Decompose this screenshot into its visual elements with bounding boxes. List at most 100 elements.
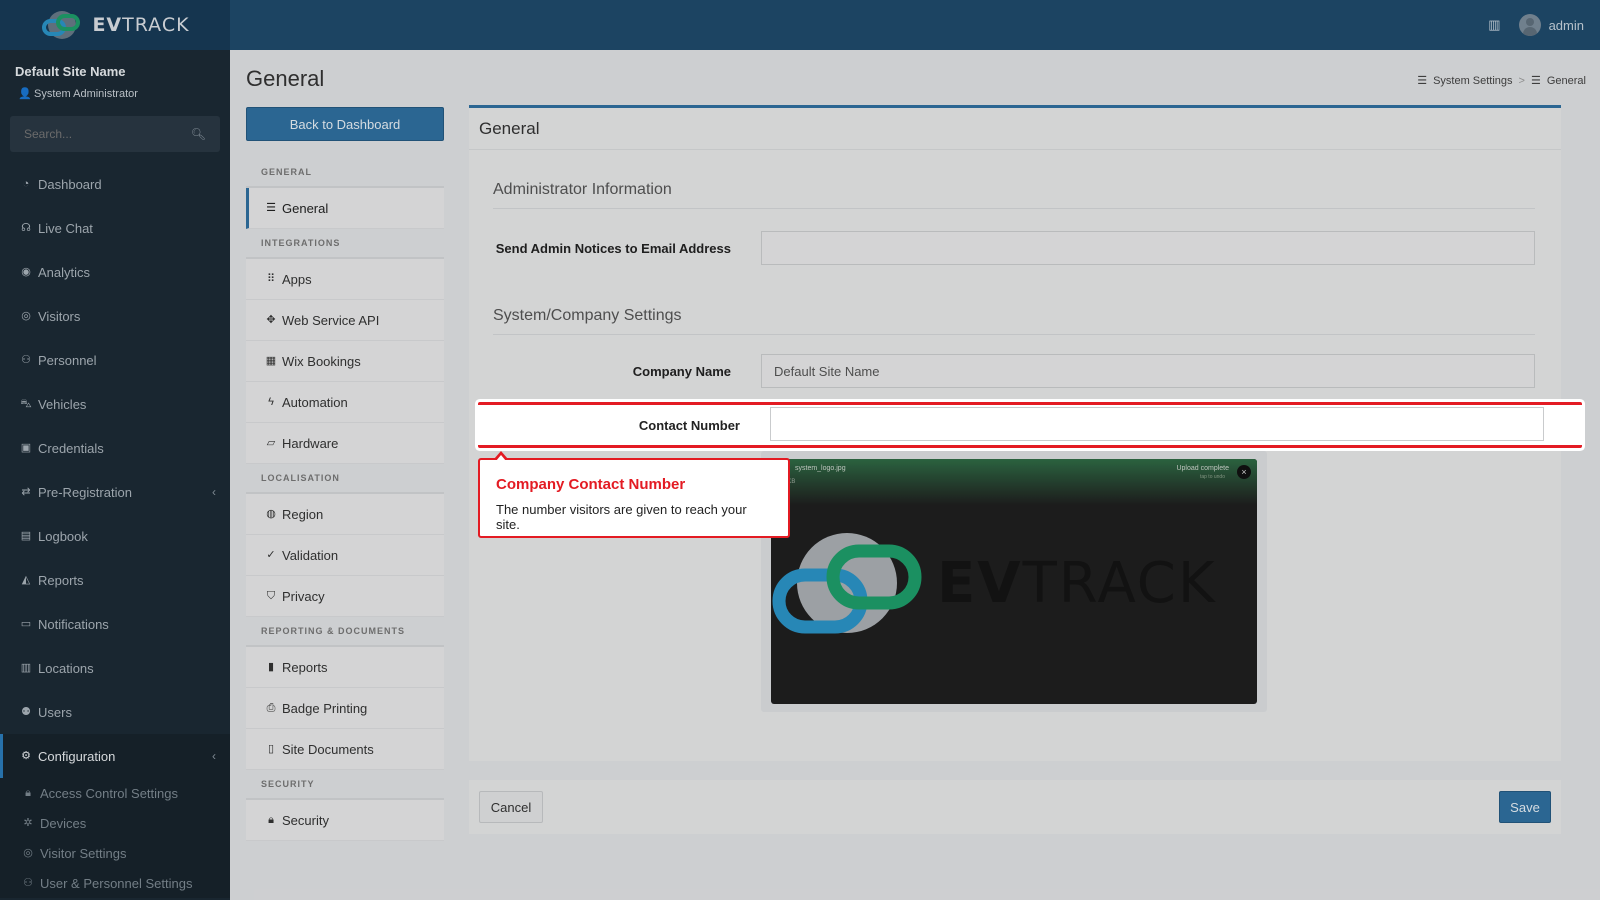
user-menu[interactable]: admin <box>1518 14 1584 36</box>
settings-nav-automation[interactable]: ϟ Automation <box>246 382 444 423</box>
sidebar-item-personnel[interactable]: ⚇ Personnel <box>0 338 230 382</box>
company-name-input[interactable] <box>761 354 1535 388</box>
chat-bubbles-icon: ▭ <box>20 618 32 630</box>
contact-number-label: Contact Number <box>638 418 740 433</box>
sidebar-search-input[interactable] <box>24 127 174 141</box>
cog-icon: ✲ <box>23 817 33 829</box>
configuration-submenu: 🔒︎ Access Control Settings ✲ Devices ◎ Visi… <box>0 778 230 898</box>
settings-nav-wix-bookings[interactable]: ▦ Wix Bookings <box>246 341 444 382</box>
breadcrumb: ☰ System Settings > ☰ General <box>1417 74 1586 88</box>
settings-nav-validation[interactable]: ✓ Validation <box>246 535 444 576</box>
settings-nav-security[interactable]: 🔒︎ Security <box>246 800 444 841</box>
user-role: 👤 System Administrator <box>18 88 138 100</box>
avatar <box>1518 14 1541 36</box>
document-icon: ▯ <box>267 743 275 755</box>
analytics-icon: ◉ <box>21 266 31 278</box>
logo-wordmark: EVTRACK <box>937 551 1217 616</box>
calendar-icon: ▦ <box>265 355 277 367</box>
tooltip-body: The number visitors are given to reach y… <box>496 502 747 532</box>
sidebar-item-logbook[interactable]: ▤ Logbook <box>0 514 230 558</box>
save-button[interactable]: Save <box>1499 791 1551 823</box>
logo-upload-area[interactable]: ⤓ system_logo.jpg 10 KB Upload complete … <box>761 451 1267 712</box>
settings-nav-badge-printing[interactable]: ⎙ Badge Printing <box>246 688 444 729</box>
grid-icon: ⠿ <box>266 273 276 285</box>
eye-icon: ◎ <box>21 310 31 322</box>
back-to-dashboard-button[interactable]: Back to Dashboard <box>246 107 444 141</box>
user-icon: 👤 <box>18 88 32 100</box>
settings-nav-privacy[interactable]: ⛉ Privacy <box>246 576 444 617</box>
building-icon[interactable]: ▥ <box>1488 17 1500 33</box>
settings-nav-general[interactable]: ☰ General <box>246 188 444 229</box>
book-icon: ▤ <box>20 530 32 542</box>
sliders-icon: ☰ <box>1417 75 1428 87</box>
arrows-icon: ⇄ <box>21 486 31 498</box>
brand-name: EVTRACK <box>92 14 190 36</box>
evtrack-logo-icon <box>42 11 81 39</box>
settings-nav-heading: REPORTING & DOCUMENTS <box>246 617 444 647</box>
settings-nav-heading: LOCALISATION <box>246 464 444 494</box>
credentials-icon: ▣ <box>20 442 32 454</box>
settings-nav-region[interactable]: ◍ Region <box>246 494 444 535</box>
sidebar-item-locations[interactable]: ▥ Locations <box>0 646 230 690</box>
sidebar-item-visitors[interactable]: ◎ Visitors <box>0 294 230 338</box>
breadcrumb-parent[interactable]: System Settings <box>1433 75 1512 87</box>
settings-nav-hardware[interactable]: ▱ Hardware <box>246 423 444 464</box>
upload-hint[interactable]: tap to undo <box>1200 474 1225 480</box>
sidebar-item-users[interactable]: ⚉ Users <box>0 690 230 734</box>
search-icon[interactable]: 🔍︎ <box>191 127 206 141</box>
sidebar-item-live-chat[interactable]: ☊ Live Chat <box>0 206 230 250</box>
sidebar: Default Site Name 👤 System Administrator… <box>0 50 230 900</box>
cancel-button[interactable]: Cancel <box>479 791 543 823</box>
shield-icon: ⛉ <box>266 590 276 602</box>
chart-icon: ◭ <box>21 574 31 586</box>
printer-icon: ⎙ <box>266 702 276 714</box>
close-icon[interactable]: × <box>1237 465 1251 479</box>
contact-number-highlight: Contact Number <box>478 402 1582 448</box>
admin-section-title: Administrator Information <box>493 181 1535 209</box>
user-name: admin <box>1548 17 1584 33</box>
sidebar-subitem-devices[interactable]: ✲ Devices <box>0 808 230 838</box>
logo-preview: ⤓ system_logo.jpg 10 KB Upload complete … <box>771 459 1257 704</box>
logo-rings-icon <box>772 533 922 634</box>
sidebar-item-configuration[interactable]: ⚙ Configuration ‹ <box>0 734 230 778</box>
settings-nav-web-service-api[interactable]: ✥ Web Service API <box>246 300 444 341</box>
sidebar-item-reports[interactable]: ◭ Reports <box>0 558 230 602</box>
settings-nav-apps[interactable]: ⠿ Apps <box>246 259 444 300</box>
settings-nav-heading: SECURITY <box>246 770 444 800</box>
tour-tooltip: Company Contact Number The number visito… <box>478 451 790 538</box>
hardware-icon: ▱ <box>266 437 276 449</box>
list-icon: ☰ <box>1530 75 1541 87</box>
sidebar-search: 🔍︎ <box>10 116 220 152</box>
site-name: Default Site Name <box>15 64 126 79</box>
map-icon: ▥ <box>20 662 32 674</box>
sidebar-subitem-access-control[interactable]: 🔒︎ Access Control Settings <box>0 778 230 808</box>
sidebar-item-pre-registration[interactable]: ⇄ Pre-Registration ‹ <box>0 470 230 514</box>
sidebar-item-notifications[interactable]: ▭ Notifications <box>0 602 230 646</box>
top-bar: EVTRACK ▥ admin <box>0 0 1600 50</box>
settings-nav-heading: INTEGRATIONS <box>246 229 444 259</box>
sidebar-menu: ◔ Dashboard ☊ Live Chat ◉ Analytics ◎ Visito… <box>0 162 230 898</box>
brand-logo[interactable]: EVTRACK <box>0 0 230 50</box>
top-right-tools: ▥ admin <box>1488 0 1584 50</box>
admin-email-input[interactable] <box>761 231 1535 265</box>
sidebar-item-credentials[interactable]: ▣ Credentials <box>0 426 230 470</box>
check-circle-icon: ✓ <box>266 549 276 561</box>
sidebar-subitem-visitor-settings[interactable]: ◎ Visitor Settings <box>0 838 230 868</box>
sidebar-item-analytics[interactable]: ◉ Analytics <box>0 250 230 294</box>
globe-icon: ◍ <box>266 508 276 520</box>
sidebar-subitem-user-personnel[interactable]: ⚇ User & Personnel Settings <box>0 868 230 898</box>
users-icon: ⚇ <box>23 877 33 889</box>
upload-status: Upload complete <box>1176 465 1229 472</box>
contact-number-input[interactable] <box>770 407 1544 441</box>
sidebar-item-vehicles[interactable]: ⛍ Vehicles <box>0 382 230 426</box>
settings-nav-site-documents[interactable]: ▯ Site Documents <box>246 729 444 770</box>
list-icon: ☰ <box>266 202 276 214</box>
eye-icon: ◎ <box>23 847 33 859</box>
lock-icon: 🔒︎ <box>268 814 274 826</box>
admin-email-label: Send Admin Notices to Email Address <box>495 241 731 256</box>
sidebar-item-dashboard[interactable]: ◔ Dashboard <box>0 162 230 206</box>
settings-nav-reports[interactable]: ▮ Reports <box>246 647 444 688</box>
dashboard-gauge-icon: ◔ <box>22 178 30 190</box>
headset-icon: ☊ <box>21 222 31 234</box>
users-gear-icon: ⚉ <box>21 706 31 718</box>
